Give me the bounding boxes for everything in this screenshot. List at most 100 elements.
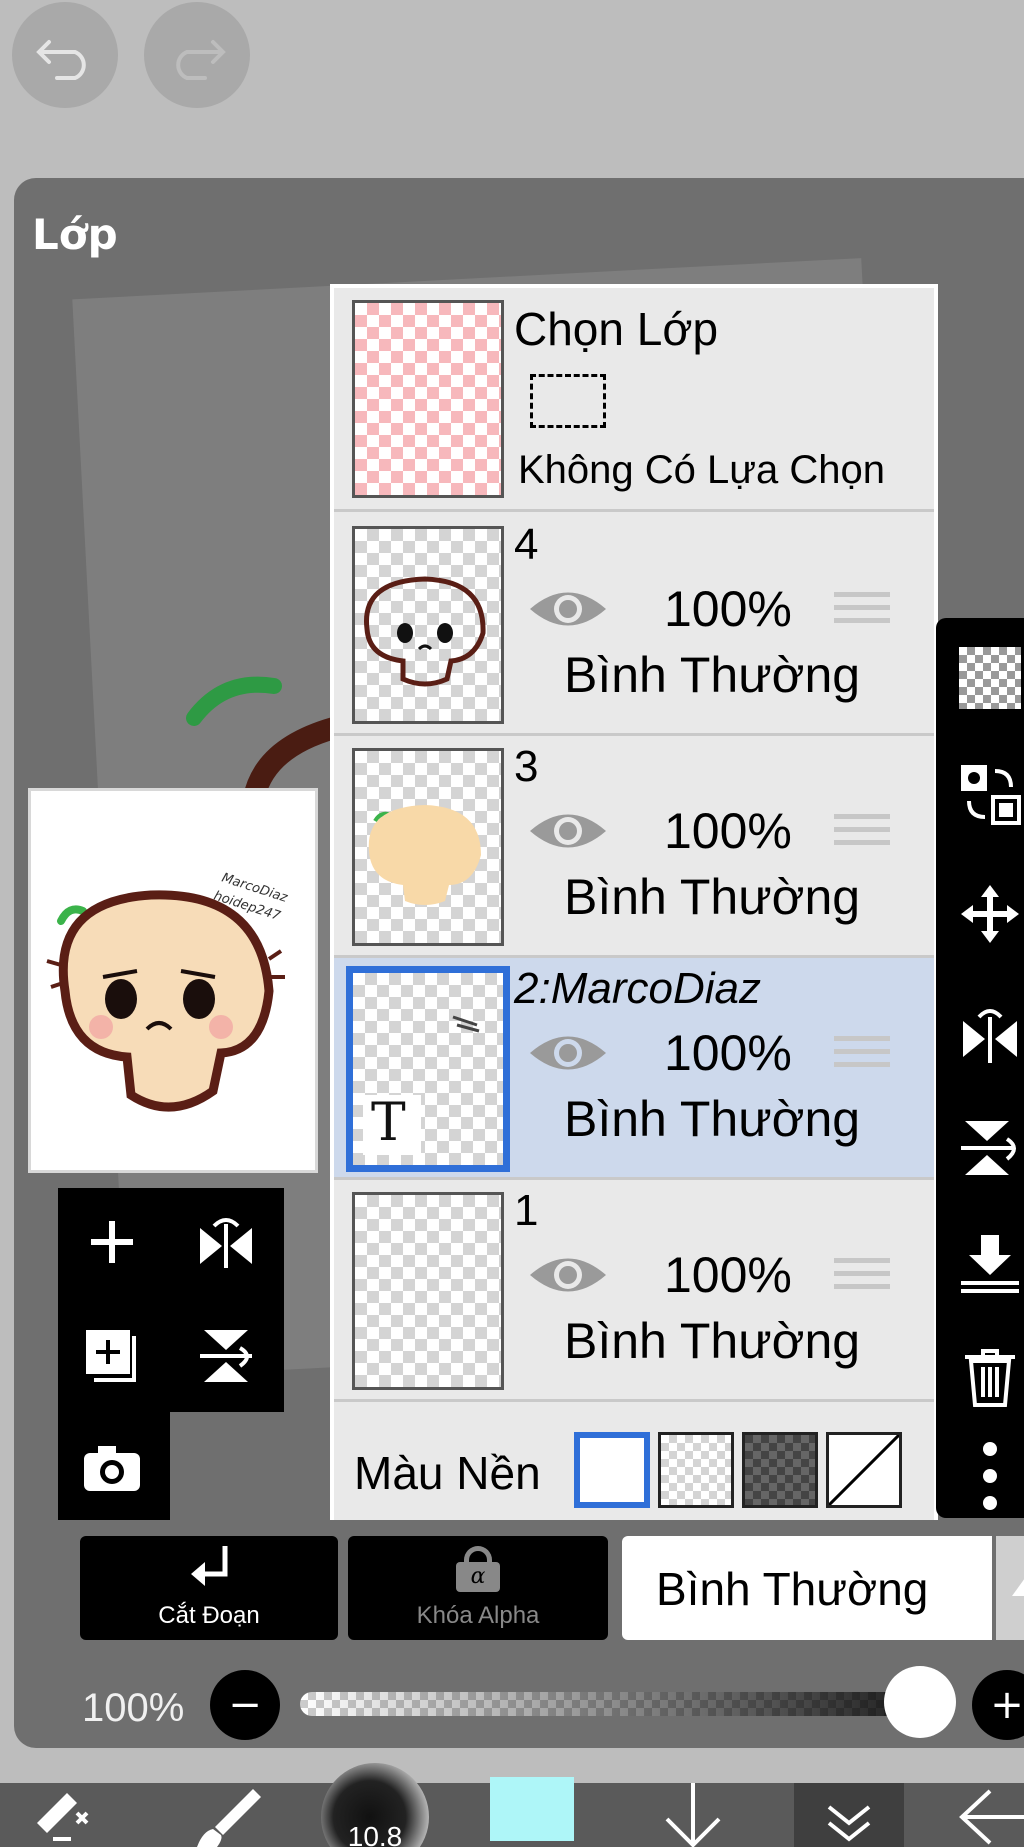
eye-icon[interactable] (528, 1250, 608, 1300)
alpha-lock-label: Khóa Alpha (416, 1602, 540, 1629)
canvas-artwork-fragment (186, 676, 338, 798)
brush-size-button[interactable]: 10.8 (320, 1763, 430, 1847)
flip-vertical-right-button[interactable] (950, 1108, 1024, 1188)
layer-name: 3 (514, 742, 539, 791)
flip-horizontal-button[interactable] (186, 1202, 266, 1282)
undo-button[interactable] (12, 2, 118, 108)
layer-opacity: 100% (664, 1247, 792, 1303)
checker-icon (959, 647, 1021, 709)
arrow-down-icon (665, 1783, 721, 1847)
swap-layer-button[interactable] (950, 754, 1024, 834)
clipping-button[interactable]: Cắt Đoạn (80, 1536, 338, 1640)
layer-row-2[interactable]: T 2:MarcoDiaz 100% Bình Thường (334, 958, 934, 1180)
merge-down-button[interactable] (950, 1224, 1024, 1304)
layer-blend-mode: Bình Thường (564, 869, 861, 925)
layer-down-button[interactable] (648, 1783, 738, 1847)
layer-thumbnail-selected: T (346, 966, 510, 1172)
bg-swatch-transparent[interactable] (658, 1432, 734, 1508)
camera-button[interactable] (72, 1428, 152, 1508)
layer-panel: Lớp MarcoDiaz hoidep247 Chọn Lớp Không C… (14, 178, 1024, 1748)
brush-size-preview: 10.8 (321, 1763, 429, 1847)
selection-marquee-icon (530, 374, 606, 428)
more-vertical-icon (983, 1442, 997, 1510)
none-icon (827, 1433, 901, 1507)
right-toolbar (936, 618, 1024, 1518)
undo-icon (36, 40, 86, 80)
camera-icon (84, 1446, 140, 1491)
add-layer-button[interactable] (72, 1202, 152, 1282)
bg-swatch-none[interactable] (826, 1432, 902, 1508)
blend-mode-select[interactable]: Bình Thường (622, 1536, 992, 1640)
transparency-button[interactable] (950, 638, 1024, 718)
layer-row-3[interactable]: 3 100% Bình Thường (334, 736, 934, 958)
background-color-label: Màu Nền (354, 1447, 541, 1499)
flip-vertical-icon (961, 1121, 1016, 1175)
opacity-slider-knob[interactable] (884, 1666, 956, 1738)
brush-icon (197, 1789, 261, 1847)
canvas-preview: MarcoDiaz hoidep247 (28, 788, 318, 1173)
selection-status: Không Có Lựa Chọn (518, 448, 886, 492)
move-button[interactable] (950, 874, 1024, 954)
flip-vertical-button[interactable] (186, 1316, 266, 1396)
double-chevron-down-icon (827, 1805, 871, 1842)
eye-icon[interactable] (528, 806, 608, 856)
selection-tool-button[interactable] (22, 1783, 112, 1847)
selection-layer-row[interactable]: Chọn Lớp Không Có Lựa Chọn (334, 288, 934, 512)
more-options-button[interactable] (950, 1436, 1024, 1516)
drag-handle-icon[interactable] (834, 814, 890, 860)
layer-opacity: 100% (664, 581, 792, 637)
layer-blend-mode: Bình Thường (564, 1313, 861, 1369)
current-color-swatch (490, 1777, 574, 1841)
eye-icon[interactable] (528, 1028, 608, 1078)
collapse-panel-button[interactable] (794, 1783, 904, 1847)
blend-mode-dropdown-button[interactable] (996, 1536, 1024, 1640)
layer-name: 4 (514, 520, 539, 569)
flip-horizontal-icon (200, 1218, 252, 1268)
redo-icon (176, 40, 226, 80)
layer-row-4[interactable]: 4 100% Bình Thường (334, 514, 934, 736)
bg-swatch-white[interactable] (574, 1432, 650, 1508)
delete-layer-button[interactable] (950, 1336, 1024, 1416)
layer-name: 1 (514, 1186, 539, 1235)
opacity-decrease-button[interactable]: − (210, 1670, 280, 1740)
clip-arrow-icon (191, 1546, 228, 1586)
drag-handle-icon[interactable] (834, 1258, 890, 1304)
selection-layer-thumbnail (352, 300, 504, 498)
back-button[interactable] (950, 1783, 1024, 1847)
flip-horizontal-icon (963, 1009, 1017, 1063)
arrow-left-icon (959, 1789, 1024, 1845)
flip-horizontal-right-button[interactable] (950, 994, 1024, 1074)
swap-icon (961, 765, 1021, 825)
layer-row-1[interactable]: 1 100% Bình Thường (334, 1180, 934, 1402)
opacity-slider[interactable] (300, 1692, 930, 1716)
drag-handle-icon[interactable] (834, 1036, 890, 1082)
color-button[interactable] (490, 1777, 574, 1847)
layer-blend-mode: Bình Thường (564, 647, 861, 703)
trash-icon (965, 1349, 1015, 1407)
clipping-label: Cắt Đoạn (158, 1602, 260, 1629)
eye-icon[interactable] (528, 584, 608, 634)
alpha-lock-button[interactable]: α Khóa Alpha (348, 1536, 608, 1640)
bottom-toolbar: 10.8 (0, 1763, 1024, 1847)
opacity-control: 100% − + (14, 1656, 1024, 1748)
layer-thumbnail (352, 1192, 504, 1390)
opacity-value-label: 100% (82, 1686, 185, 1730)
merge-down-icon (961, 1235, 1019, 1293)
brush-size-label: 10.8 (347, 1821, 403, 1847)
triangle-up-icon (1012, 1579, 1024, 1596)
move-icon (961, 885, 1019, 943)
layer-opacity: 100% (664, 803, 792, 859)
blend-mode-value: Bình Thường (656, 1563, 929, 1615)
layer-list: Chọn Lớp Không Có Lựa Chọn 4 100% Bình T… (330, 284, 938, 1520)
redo-button[interactable] (144, 2, 250, 108)
background-color-row: Màu Nền (334, 1412, 934, 1520)
text-layer-icon: T (371, 1093, 406, 1153)
layer-name: 2:MarcoDiaz (514, 964, 761, 1013)
layer-thumbnail (352, 748, 504, 946)
duplicate-layer-button[interactable] (72, 1316, 152, 1396)
drag-handle-icon[interactable] (834, 592, 890, 638)
preview-artwork: MarcoDiaz hoidep247 (46, 871, 290, 1112)
opacity-increase-button[interactable]: + (972, 1670, 1024, 1740)
brush-tool-button[interactable] (178, 1783, 268, 1847)
bg-swatch-dark-checker[interactable] (742, 1432, 818, 1508)
